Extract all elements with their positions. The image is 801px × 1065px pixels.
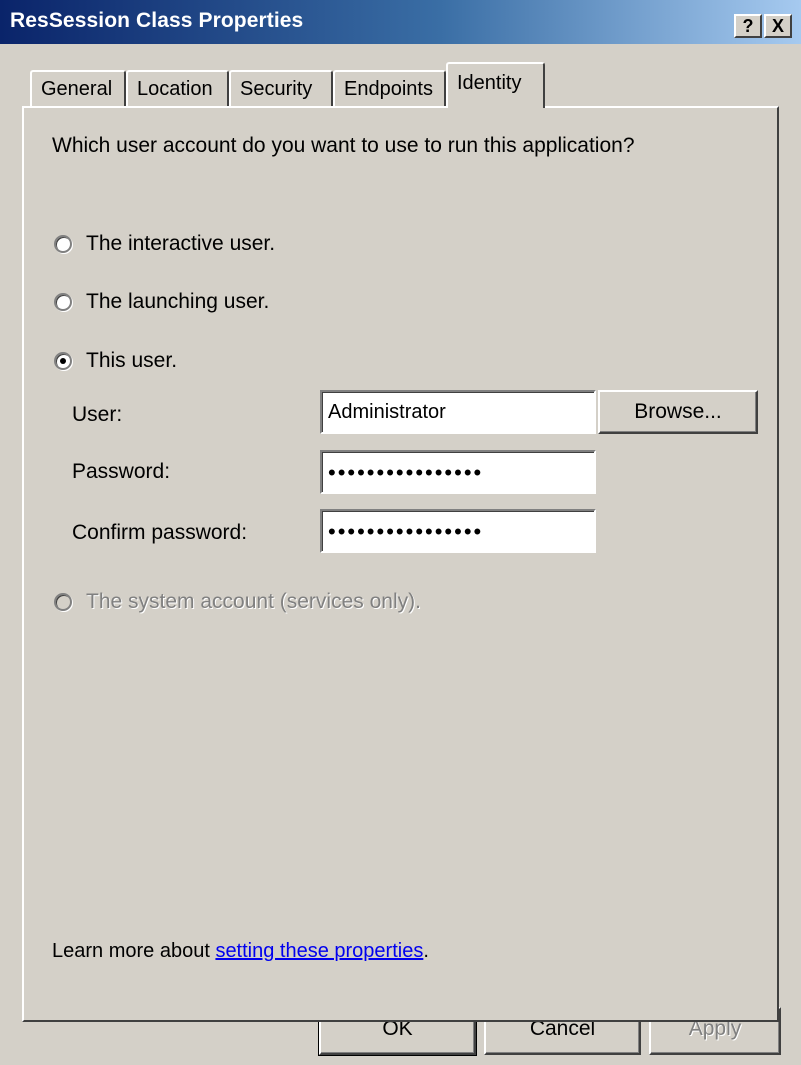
learn-more-suffix: . — [423, 940, 429, 962]
user-label: User: — [72, 403, 123, 426]
radio-button-disabled — [54, 593, 72, 611]
radio-label: The system account (services only). — [86, 590, 421, 613]
tab-general[interactable]: General — [30, 70, 126, 106]
radio-this-user[interactable]: This user. — [54, 349, 177, 373]
close-button[interactable]: X — [764, 14, 792, 38]
radio-button-checked[interactable] — [54, 352, 72, 370]
learn-more-link[interactable]: setting these properties — [215, 940, 423, 962]
user-field[interactable] — [320, 390, 596, 434]
identity-panel: Which user account do you want to use to… — [22, 106, 779, 1022]
password-field[interactable] — [320, 450, 596, 494]
confirm-password-label: Confirm password: — [72, 521, 248, 544]
tab-location[interactable]: Location — [126, 70, 229, 106]
radio-label: The interactive user. — [86, 232, 276, 255]
identity-question: Which user account do you want to use to… — [52, 134, 635, 157]
tab-endpoints[interactable]: Endpoints — [333, 70, 446, 106]
tab-security[interactable]: Security — [229, 70, 333, 106]
title-bar[interactable]: ResSession Class Properties ? X — [0, 0, 801, 44]
radio-label: The launching user. — [86, 290, 270, 313]
radio-button[interactable] — [54, 293, 72, 311]
password-label: Password: — [72, 460, 171, 483]
properties-dialog: ResSession Class Properties ? X General … — [0, 0, 801, 1065]
browse-button[interactable]: Browse... — [598, 390, 758, 434]
help-button[interactable]: ? — [734, 14, 762, 38]
tab-identity[interactable]: Identity — [446, 62, 545, 108]
confirm-password-field[interactable] — [320, 509, 596, 553]
learn-more-prefix: Learn more about — [52, 940, 216, 962]
window-title: ResSession Class Properties — [10, 9, 304, 32]
radio-interactive-user[interactable]: The interactive user. — [54, 232, 275, 256]
radio-button[interactable] — [54, 235, 72, 253]
radio-launching-user[interactable]: The launching user. — [54, 290, 269, 314]
radio-system-account: The system account (services only). — [54, 590, 421, 614]
learn-more-text: Learn more about setting these propertie… — [52, 940, 429, 963]
radio-label: This user. — [86, 349, 178, 372]
